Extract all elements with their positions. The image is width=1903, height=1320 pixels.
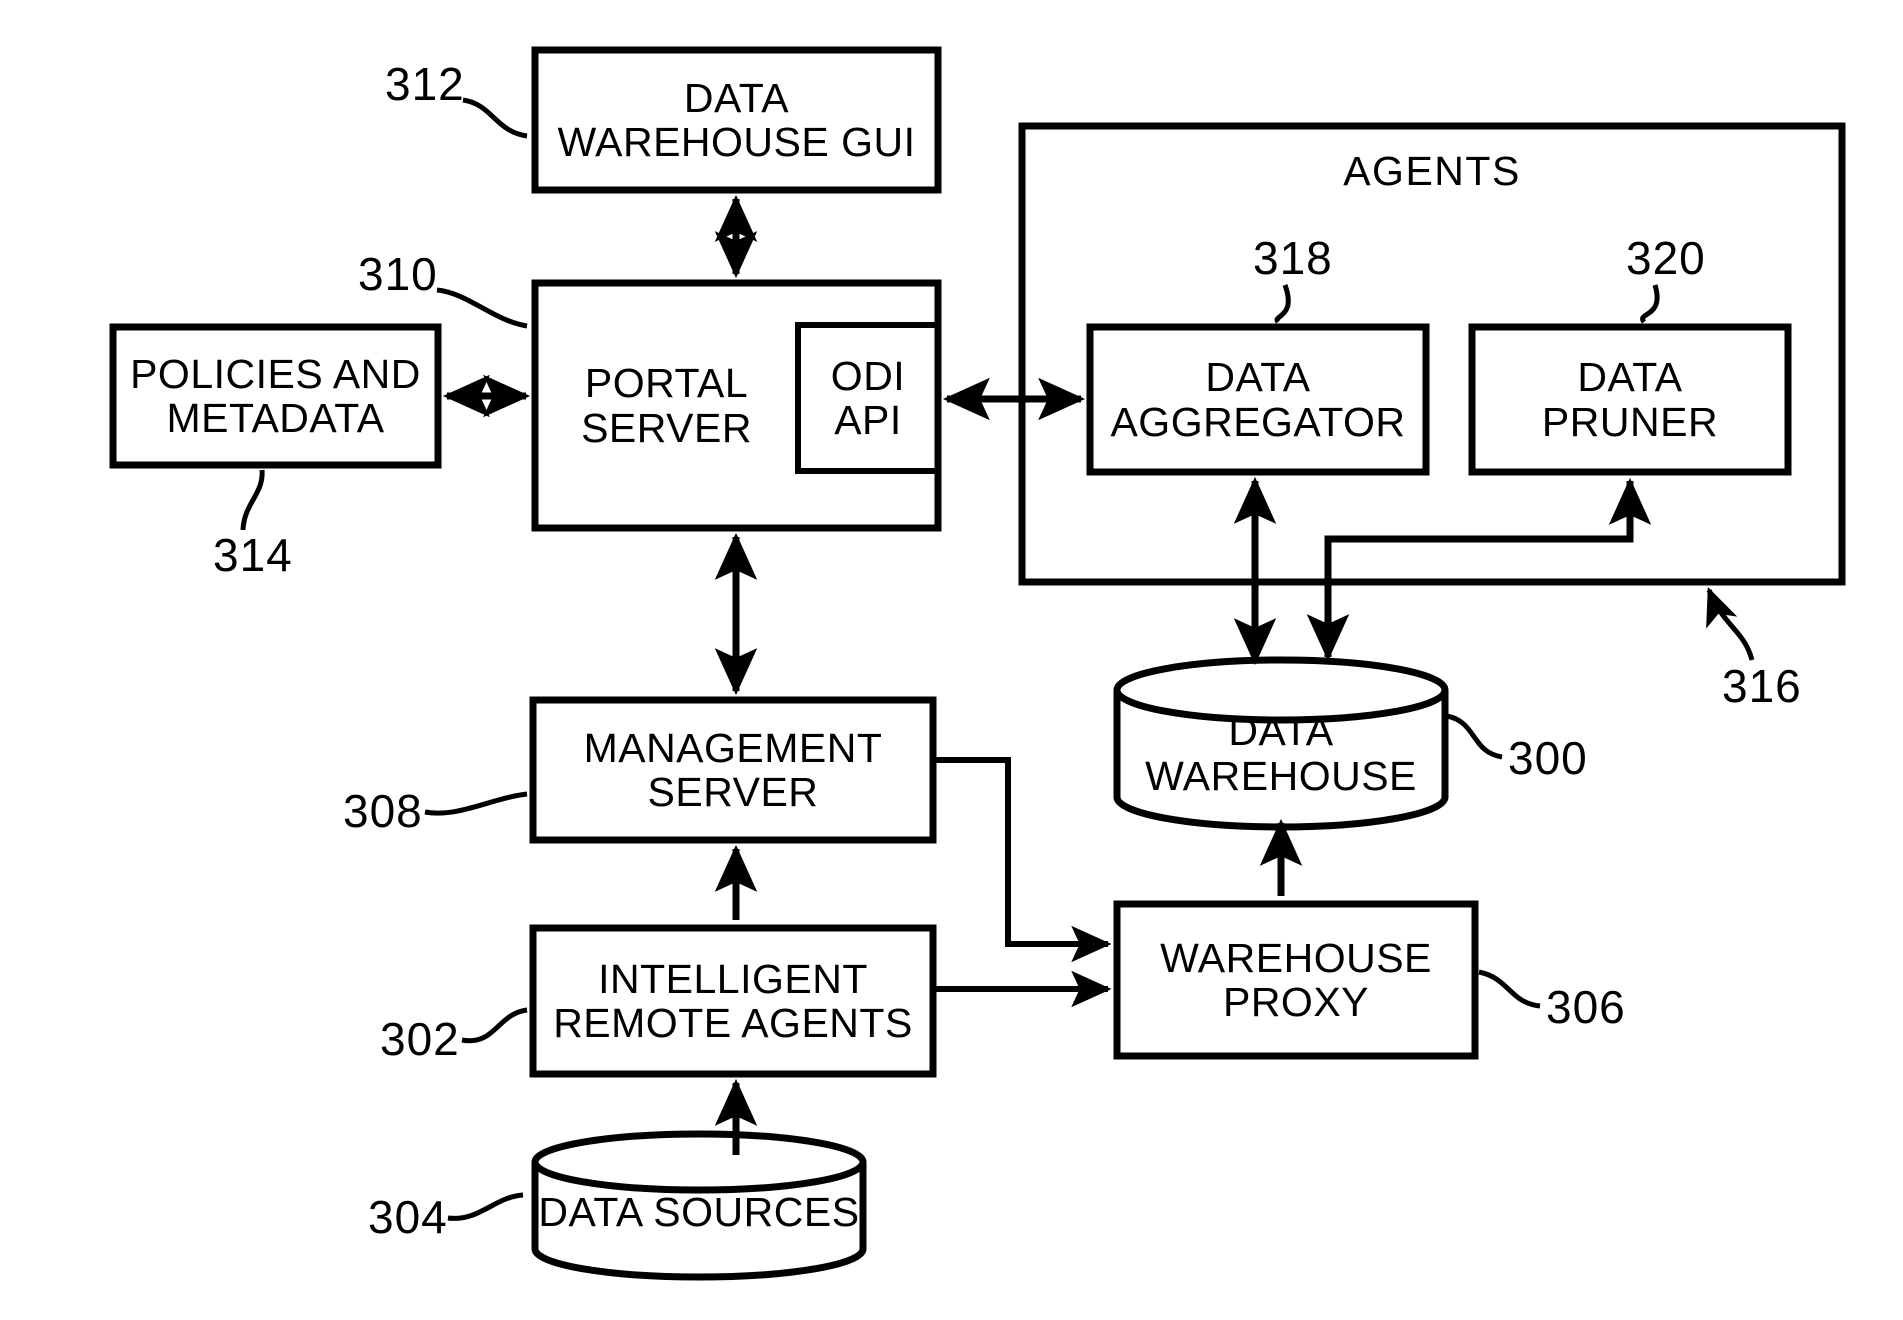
- leader-308: [424, 791, 528, 816]
- node-intelligent-remote-agents-shape: [529, 924, 937, 1078]
- node-portal-server-shape: [531, 279, 942, 532]
- leader-310: [436, 287, 528, 329]
- edge-management-server-to-warehouse-proxy: [936, 757, 1112, 963]
- ref-number-318: 318: [1253, 232, 1333, 284]
- node-data-sources-shape: [531, 1130, 867, 1281]
- edge-data-pruner-to-data-warehouse: [1306, 481, 1634, 662]
- node-management-server-shape: [529, 696, 937, 844]
- ref-number-314: 314: [213, 529, 293, 581]
- node-warehouse-proxy-shape: [1113, 900, 1479, 1060]
- node-policies-and-metadata-shape: [109, 323, 442, 469]
- node-data-warehouse-gui-shape: [531, 46, 942, 194]
- ref-number-300: 300: [1508, 732, 1588, 784]
- diagram-vector-layer: [109, 46, 1846, 1281]
- leader-318: [1274, 284, 1291, 324]
- leader-302: [461, 1007, 528, 1044]
- node-data-warehouse-shape: [1113, 656, 1449, 831]
- leader-300: [1446, 713, 1503, 760]
- leader-306: [1478, 969, 1541, 1009]
- ref-number-316: 316: [1722, 660, 1802, 712]
- leader-320: [1640, 284, 1660, 324]
- node-agents-container-shape: [1018, 122, 1846, 586]
- node-data-pruner-shape: [1468, 323, 1792, 476]
- diagram-canvas: DATA WAREHOUSE GUI PORTAL SERVER ODI API…: [0, 0, 1903, 1320]
- ref-number-302: 302: [380, 1013, 460, 1065]
- leader-312: [462, 97, 528, 139]
- ref-number-320: 320: [1626, 232, 1706, 284]
- ref-number-308: 308: [343, 785, 423, 837]
- node-data-aggregator-shape: [1086, 323, 1430, 476]
- ref-number-312: 312: [385, 58, 465, 110]
- leader-314: [240, 469, 265, 531]
- ref-number-304: 304: [368, 1191, 448, 1243]
- leader-304: [447, 1192, 524, 1221]
- node-odi-api-shape: [795, 322, 941, 474]
- ref-number-306: 306: [1546, 981, 1626, 1033]
- leader-316: [1706, 586, 1755, 661]
- ref-number-310: 310: [358, 248, 438, 300]
